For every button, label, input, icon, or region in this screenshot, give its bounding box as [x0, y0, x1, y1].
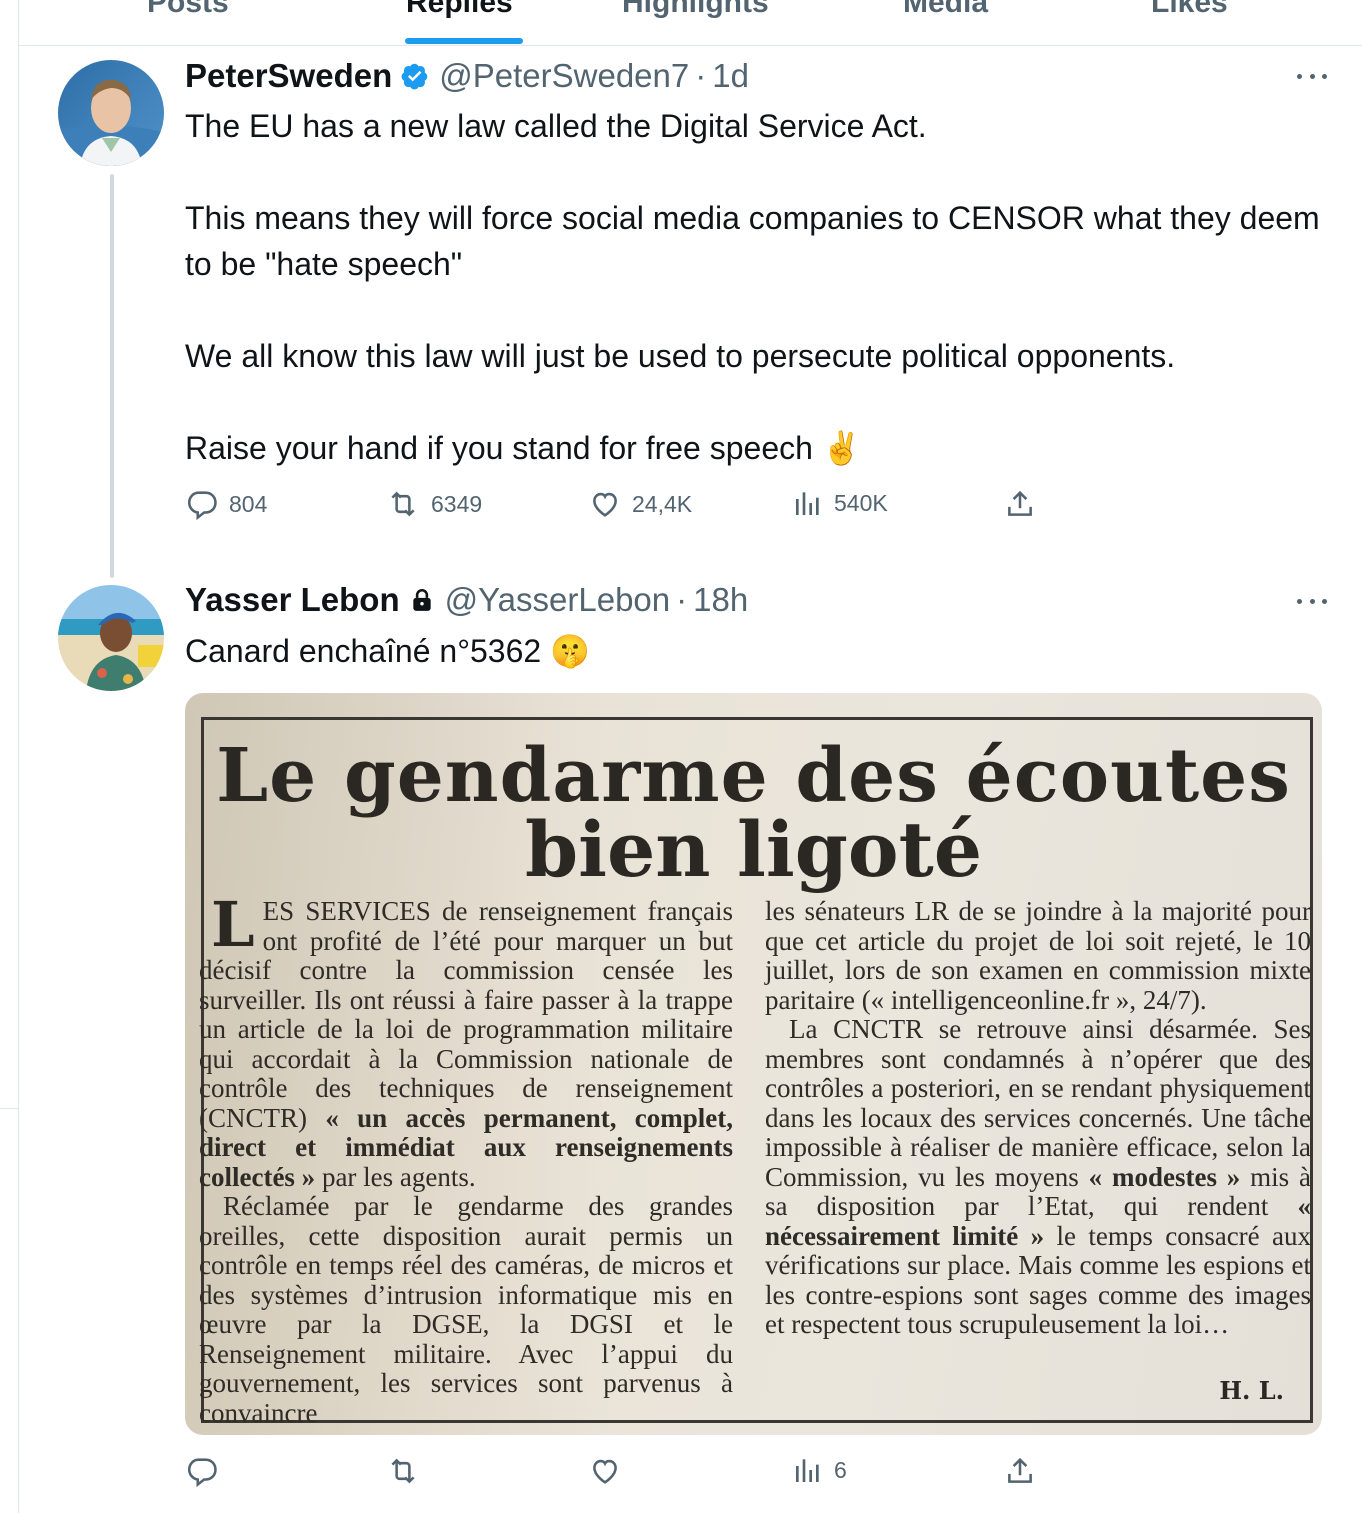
author-handle[interactable]: @PeterSweden7: [439, 57, 689, 95]
views-button[interactable]: 6: [792, 1454, 847, 1486]
share-icon: [1003, 487, 1037, 521]
article-column-right: les sénateurs LR de se joindre à la majo…: [765, 896, 1311, 1340]
views-button[interactable]: 540K: [792, 487, 888, 519]
active-tab-indicator: [405, 38, 523, 44]
tab-media[interactable]: Media: [903, 0, 988, 26]
reply-icon: [185, 1454, 219, 1488]
article-text: par les agents.: [315, 1161, 476, 1192]
tweet-actions: 804 6349 24,4K 540K: [185, 487, 1055, 527]
separator-dot: ·: [676, 581, 688, 618]
repost-count: 6349: [431, 490, 483, 517]
tweet-timestamp[interactable]: 1d: [712, 57, 749, 95]
article-text: les sénateurs LR de se joindre à la majo…: [765, 896, 1311, 1015]
analytics-icon: [792, 487, 824, 519]
view-count: 540K: [834, 489, 888, 516]
author-handle[interactable]: @YasserLebon: [445, 581, 671, 619]
tweet-actions: 6: [185, 1454, 1055, 1494]
reply-button[interactable]: 804: [185, 487, 267, 521]
tab-replies[interactable]: Replies: [406, 0, 513, 26]
separator-dot: ·: [695, 57, 707, 94]
tweet-header: Yasser Lebon @YasserLebon · 18h: [185, 580, 748, 620]
reply-icon: [185, 487, 219, 521]
repost-button[interactable]: [385, 1454, 431, 1488]
reply-count: 804: [229, 490, 268, 517]
like-count: 24,4K: [632, 490, 693, 517]
avatar-image: [58, 585, 164, 691]
view-count: 6: [834, 1456, 847, 1483]
share-icon: [1003, 1454, 1037, 1488]
author-name[interactable]: Yasser Lebon: [185, 581, 400, 619]
share-button[interactable]: [1003, 487, 1037, 521]
article-quote: « modestes »: [1088, 1161, 1241, 1192]
more-options-button[interactable]: [1292, 591, 1332, 611]
tab-posts[interactable]: Posts: [147, 0, 229, 26]
sidebar-divider: [0, 1108, 18, 1109]
article-column-left: L ES SERVICES de renseignement français o…: [199, 888, 733, 1428]
avatar-yasserlebon[interactable]: [58, 585, 164, 691]
like-button[interactable]: 24,4K: [588, 487, 692, 521]
like-button[interactable]: [588, 1454, 632, 1488]
more-options-button[interactable]: [1292, 66, 1332, 86]
reply-button[interactable]: [185, 1454, 229, 1488]
tweet-line: The EU has a new law called the Digital …: [185, 108, 927, 144]
timeline-left-border: [18, 0, 19, 1513]
tab-likes[interactable]: Likes: [1151, 0, 1228, 26]
heart-icon: [588, 1454, 622, 1488]
tweet-timestamp[interactable]: 18h: [693, 581, 748, 619]
article-text: Réclamée par le gendarme des grandes ore…: [199, 1191, 733, 1428]
author-name[interactable]: PeterSweden: [185, 57, 392, 95]
profile-tabs: Posts Replies Highlights Media Likes: [19, 0, 1362, 46]
repost-icon: [385, 1454, 421, 1488]
lock-icon: [409, 586, 435, 614]
tweet-text: The EU has a new law called the Digital …: [185, 103, 1325, 471]
tweet-text: Canard enchaîné n°5362 🤫: [185, 628, 1325, 674]
tweet-line: We all know this law will just be used t…: [185, 338, 1176, 374]
article-headline: bien ligoté: [524, 805, 983, 894]
tweet-line: This means they will force social media …: [185, 200, 1320, 282]
tweet-header: PeterSweden @PeterSweden7 · 1d: [185, 56, 749, 96]
tweet-line: Raise your hand if you stand for free sp…: [185, 430, 862, 466]
tab-highlights[interactable]: Highlights: [622, 0, 769, 26]
article-dropcap: L: [211, 888, 255, 961]
repost-button[interactable]: 6349: [385, 487, 482, 521]
analytics-icon: [792, 1454, 824, 1486]
thread-connector-line: [110, 174, 114, 578]
article-text: ES SERVICES de renseignement français on…: [199, 896, 733, 1133]
tweet-line: Canard enchaîné n°5362 🤫: [185, 633, 590, 669]
article-signature: H. L.: [1219, 1376, 1284, 1405]
repost-icon: [385, 487, 421, 521]
verified-badge-icon: [401, 62, 429, 90]
heart-icon: [588, 487, 622, 521]
avatar-petersweden[interactable]: [58, 60, 164, 166]
tweet-media-image[interactable]: Le gendarme des écoutes bien ligoté L ES …: [185, 693, 1322, 1435]
share-button[interactable]: [1003, 1454, 1037, 1488]
avatar-image: [58, 60, 164, 166]
